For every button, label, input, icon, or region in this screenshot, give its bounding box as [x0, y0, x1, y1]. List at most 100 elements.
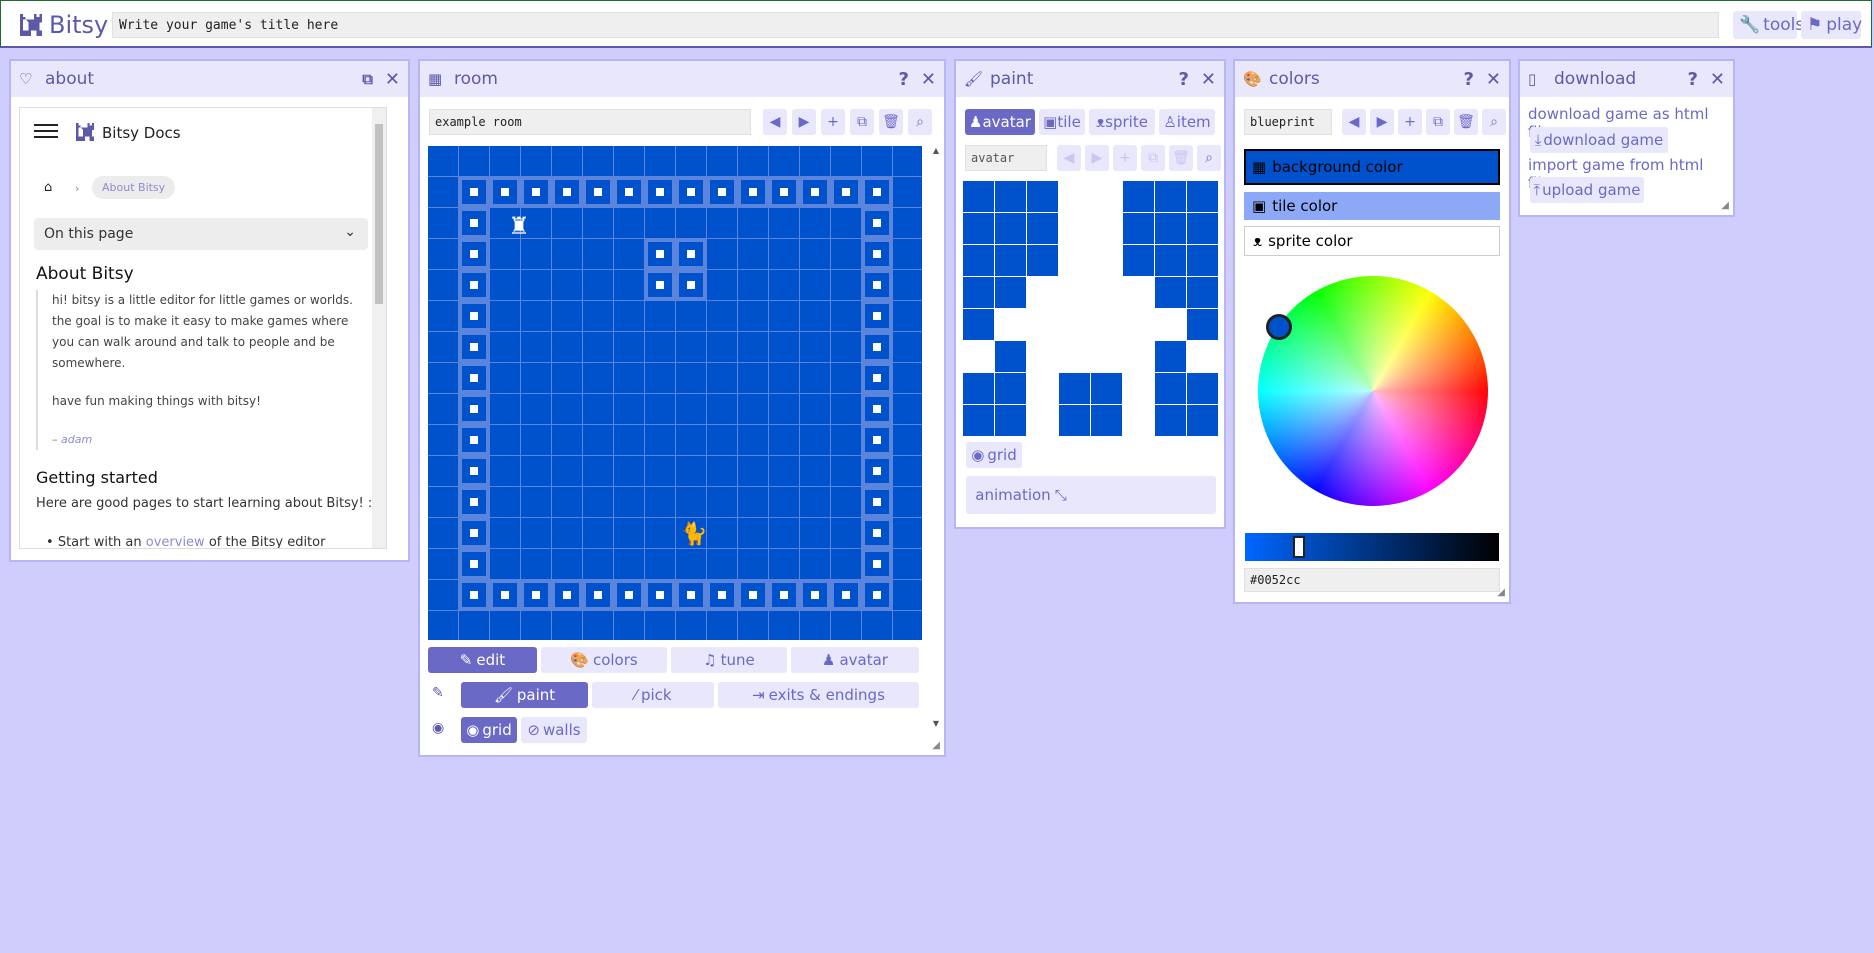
room-tile[interactable]: [583, 487, 613, 517]
room-tile[interactable]: [831, 425, 861, 455]
room-tile[interactable]: [614, 394, 644, 424]
room-tile[interactable]: [738, 208, 768, 238]
room-tile[interactable]: [552, 239, 582, 269]
room-tile[interactable]: [490, 456, 520, 486]
room-tile[interactable]: [428, 611, 458, 640]
paint-pixel[interactable]: [1155, 181, 1186, 212]
paint-pixel[interactable]: [1123, 245, 1154, 276]
room-tile[interactable]: [490, 270, 520, 300]
room-tile[interactable]: [769, 301, 799, 331]
room-tile[interactable]: [769, 208, 799, 238]
room-wall-tile[interactable]: [614, 580, 644, 610]
paint-pixel[interactable]: [1091, 341, 1122, 372]
room-tile[interactable]: [614, 332, 644, 362]
room-tile[interactable]: [521, 270, 551, 300]
next-palette-icon[interactable]: ▶: [1370, 109, 1394, 135]
room-tile[interactable]: [707, 394, 737, 424]
room-tile[interactable]: [738, 146, 768, 176]
room-tile[interactable]: [552, 518, 582, 548]
room-tile[interactable]: [521, 456, 551, 486]
room-tile[interactable]: [583, 611, 613, 640]
room-tile[interactable]: [769, 239, 799, 269]
paint-pixel[interactable]: [963, 213, 994, 244]
paint-pixel[interactable]: [1091, 309, 1122, 340]
room-wall-tile[interactable]: [459, 518, 489, 548]
delete-room-icon[interactable]: 🗑: [879, 109, 903, 135]
room-wall-tile[interactable]: [676, 239, 706, 269]
room-wall-tile[interactable]: [862, 301, 892, 331]
paint-pixel[interactable]: [1059, 181, 1090, 212]
room-name-input[interactable]: [429, 109, 751, 135]
room-tile[interactable]: [428, 549, 458, 579]
room-tile[interactable]: [769, 611, 799, 640]
room-tile[interactable]: [893, 332, 922, 362]
tab-colors[interactable]: 🎨 colors: [541, 647, 667, 673]
room-tile[interactable]: [831, 456, 861, 486]
room-wall-tile[interactable]: [645, 177, 675, 207]
room-wall-tile[interactable]: [521, 580, 551, 610]
room-tile[interactable]: [831, 363, 861, 393]
room-tile[interactable]: [490, 239, 520, 269]
room-tile[interactable]: [738, 332, 768, 362]
paint-pixel[interactable]: [1059, 277, 1090, 308]
room-wall-tile[interactable]: [862, 239, 892, 269]
room-tile[interactable]: [583, 270, 613, 300]
room-tile[interactable]: [428, 425, 458, 455]
room-tile[interactable]: [831, 518, 861, 548]
room-wall-tile[interactable]: [552, 177, 582, 207]
room-tile[interactable]: [676, 456, 706, 486]
room-tile[interactable]: [552, 394, 582, 424]
paint-pixel[interactable]: [1187, 277, 1218, 308]
room-tile[interactable]: [583, 208, 613, 238]
paint-pixel[interactable]: [1059, 309, 1090, 340]
duplicate-palette-icon[interactable]: ⧉: [1426, 109, 1450, 135]
color-wheel[interactable]: [1258, 276, 1488, 506]
room-tile[interactable]: [862, 611, 892, 640]
paint-pixel[interactable]: [995, 373, 1026, 404]
room-wall-tile[interactable]: [459, 394, 489, 424]
room-tile[interactable]: [645, 301, 675, 331]
paint-pixel[interactable]: [1091, 245, 1122, 276]
room-tile[interactable]: [428, 239, 458, 269]
room-tile[interactable]: [893, 425, 922, 455]
room-tile[interactable]: [738, 270, 768, 300]
room-wall-tile[interactable]: [490, 580, 520, 610]
room-tile[interactable]: [490, 549, 520, 579]
room-tile[interactable]: [893, 270, 922, 300]
room-tile[interactable]: [738, 239, 768, 269]
room-wall-tile[interactable]: [738, 580, 768, 610]
paint-pixel[interactable]: [1187, 405, 1218, 436]
paint-pixel[interactable]: [995, 181, 1026, 212]
paint-pixel[interactable]: [1155, 373, 1186, 404]
room-tile[interactable]: [738, 301, 768, 331]
tab-avatar[interactable]: ♟ avatar: [965, 109, 1035, 135]
room-tile[interactable]: [459, 611, 489, 640]
help-icon[interactable]: ?: [1178, 69, 1188, 90]
room-tile[interactable]: [583, 425, 613, 455]
room-tile[interactable]: [800, 146, 830, 176]
room-wall-tile[interactable]: [862, 177, 892, 207]
room-tile[interactable]: [521, 239, 551, 269]
room-tile[interactable]: [862, 146, 892, 176]
room-tile[interactable]: [800, 239, 830, 269]
author-link[interactable]: adam: [61, 433, 92, 446]
paint-pixel[interactable]: [1155, 213, 1186, 244]
room-scrollbar[interactable]: ▲ ▼: [930, 146, 942, 730]
find-drawing-icon[interactable]: ⌕: [1197, 145, 1221, 171]
play-button[interactable]: ⚑ play: [1801, 11, 1862, 39]
room-wall-tile[interactable]: [459, 580, 489, 610]
animation-expand-button[interactable]: animation ⤡: [971, 482, 1071, 508]
room-wall-tile[interactable]: [645, 270, 675, 300]
add-room-icon[interactable]: +: [821, 109, 845, 135]
paint-pixel[interactable]: [1187, 373, 1218, 404]
room-tile[interactable]: [614, 456, 644, 486]
room-tile[interactable]: [738, 611, 768, 640]
room-tile[interactable]: [583, 549, 613, 579]
sprite-color-option[interactable]: ᴥ sprite color: [1244, 226, 1500, 256]
room-tile[interactable]: [738, 549, 768, 579]
room-wall-tile[interactable]: [862, 270, 892, 300]
room-tile[interactable]: [707, 456, 737, 486]
room-tile[interactable]: [769, 425, 799, 455]
overview-link[interactable]: overview: [146, 535, 205, 548]
help-icon[interactable]: ?: [1463, 69, 1473, 90]
